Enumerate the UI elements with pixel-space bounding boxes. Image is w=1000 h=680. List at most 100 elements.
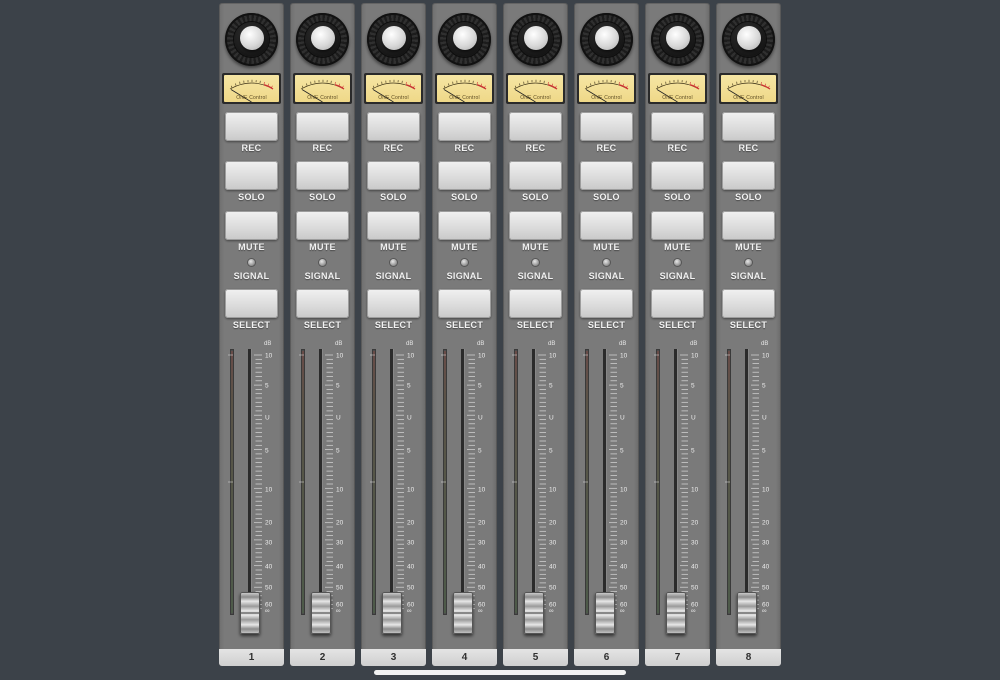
scale-label: 5: [762, 448, 766, 455]
channel-number[interactable]: 8: [716, 649, 781, 666]
solo-button[interactable]: [651, 161, 704, 190]
solo-button[interactable]: [580, 161, 633, 190]
vu-meter: ONE Control: [222, 73, 281, 104]
channel-number[interactable]: 7: [645, 649, 710, 666]
rec-button[interactable]: [225, 112, 278, 141]
mute-button[interactable]: [651, 211, 704, 240]
solo-button[interactable]: [509, 161, 562, 190]
volume-fader-handle[interactable]: [240, 592, 260, 634]
scale-label: U: [620, 415, 625, 422]
select-button[interactable]: [438, 289, 491, 318]
rec-label: REC: [525, 143, 546, 153]
pan-knob[interactable]: [367, 13, 420, 66]
rec-button[interactable]: [438, 112, 491, 141]
mute-label: MUTE: [522, 242, 549, 252]
scale-label: 40: [549, 564, 557, 571]
volume-fader-handle[interactable]: [666, 592, 686, 634]
volume-fader-handle[interactable]: [311, 592, 331, 634]
mute-label: MUTE: [238, 242, 265, 252]
mute-label: MUTE: [451, 242, 478, 252]
vu-meter-face: ONE Control: [721, 75, 776, 102]
mute-button[interactable]: [580, 211, 633, 240]
vu-brand-label: ONE Control: [236, 95, 267, 101]
volume-fader-handle[interactable]: [453, 592, 473, 634]
mute-label: MUTE: [309, 242, 336, 252]
knob-cap: [524, 26, 548, 50]
solo-button[interactable]: [296, 161, 349, 190]
mute-button[interactable]: [722, 211, 775, 240]
rec-button[interactable]: [296, 112, 349, 141]
mute-button[interactable]: [367, 211, 420, 240]
mute-button[interactable]: [225, 211, 278, 240]
select-button[interactable]: [509, 289, 562, 318]
pan-knob[interactable]: [438, 13, 491, 66]
channel-number[interactable]: 5: [503, 649, 568, 666]
scale-label: 5: [336, 448, 340, 455]
mute-button[interactable]: [509, 211, 562, 240]
select-button[interactable]: [296, 289, 349, 318]
pan-knob[interactable]: [509, 13, 562, 66]
home-indicator[interactable]: [374, 670, 626, 675]
solo-button[interactable]: [367, 161, 420, 190]
scale-label: 5: [620, 448, 624, 455]
channel-number[interactable]: 6: [574, 649, 639, 666]
db-unit-label: dB: [406, 341, 414, 347]
knob-cap: [453, 26, 477, 50]
pan-knob[interactable]: [296, 13, 349, 66]
select-button[interactable]: [225, 289, 278, 318]
select-button[interactable]: [580, 289, 633, 318]
db-unit-label: dB: [690, 341, 698, 347]
solo-button[interactable]: [722, 161, 775, 190]
pan-knob[interactable]: [722, 13, 775, 66]
solo-button[interactable]: [438, 161, 491, 190]
solo-button[interactable]: [225, 161, 278, 190]
db-unit-label: dB: [264, 341, 272, 347]
select-label: SELECT: [303, 320, 342, 330]
channel-number[interactable]: 1: [219, 649, 284, 666]
vu-meter: ONE Control: [364, 73, 423, 104]
fader-scale-ticks: 105U5102030405060∞: [725, 353, 770, 615]
select-button[interactable]: [367, 289, 420, 318]
select-button[interactable]: [722, 289, 775, 318]
rec-button[interactable]: [580, 112, 633, 141]
scale-label: 50: [549, 585, 557, 592]
rec-button[interactable]: [722, 112, 775, 141]
mute-label: MUTE: [735, 242, 762, 252]
scale-label: 50: [265, 585, 273, 592]
volume-fader-handle[interactable]: [737, 592, 757, 634]
volume-fader-handle[interactable]: [524, 592, 544, 634]
volume-fader-handle[interactable]: [595, 592, 615, 634]
pan-knob[interactable]: [225, 13, 278, 66]
solo-label: SOLO: [593, 192, 620, 202]
knob-cap: [666, 26, 690, 50]
scale-label: 20: [762, 520, 770, 527]
rec-button[interactable]: [651, 112, 704, 141]
channel-number[interactable]: 3: [361, 649, 426, 666]
db-unit-label: dB: [335, 341, 343, 347]
rec-label: REC: [312, 143, 333, 153]
volume-fader-handle[interactable]: [382, 592, 402, 634]
fader-section: 10 5 U 5 10 20 30 40 50 60 ∞ dB: [370, 341, 420, 634]
scale-label: 30: [620, 540, 628, 547]
scale-label: 40: [265, 564, 273, 571]
channel-number[interactable]: 4: [432, 649, 497, 666]
scale-label: 10: [265, 353, 273, 360]
scale-label: 5: [407, 448, 411, 455]
vu-meter: ONE Control: [293, 73, 352, 104]
vu-meter-face: ONE Control: [295, 75, 350, 102]
scale-label: 40: [691, 564, 699, 571]
scale-label: 40: [478, 564, 486, 571]
scale-label: 30: [407, 540, 415, 547]
pan-knob[interactable]: [580, 13, 633, 66]
rec-button[interactable]: [367, 112, 420, 141]
scale-label: 5: [265, 383, 269, 390]
solo-label: SOLO: [522, 192, 549, 202]
signal-led: [532, 259, 539, 266]
solo-label: SOLO: [380, 192, 407, 202]
mute-button[interactable]: [438, 211, 491, 240]
select-button[interactable]: [651, 289, 704, 318]
rec-button[interactable]: [509, 112, 562, 141]
pan-knob[interactable]: [651, 13, 704, 66]
mute-button[interactable]: [296, 211, 349, 240]
channel-number[interactable]: 2: [290, 649, 355, 666]
